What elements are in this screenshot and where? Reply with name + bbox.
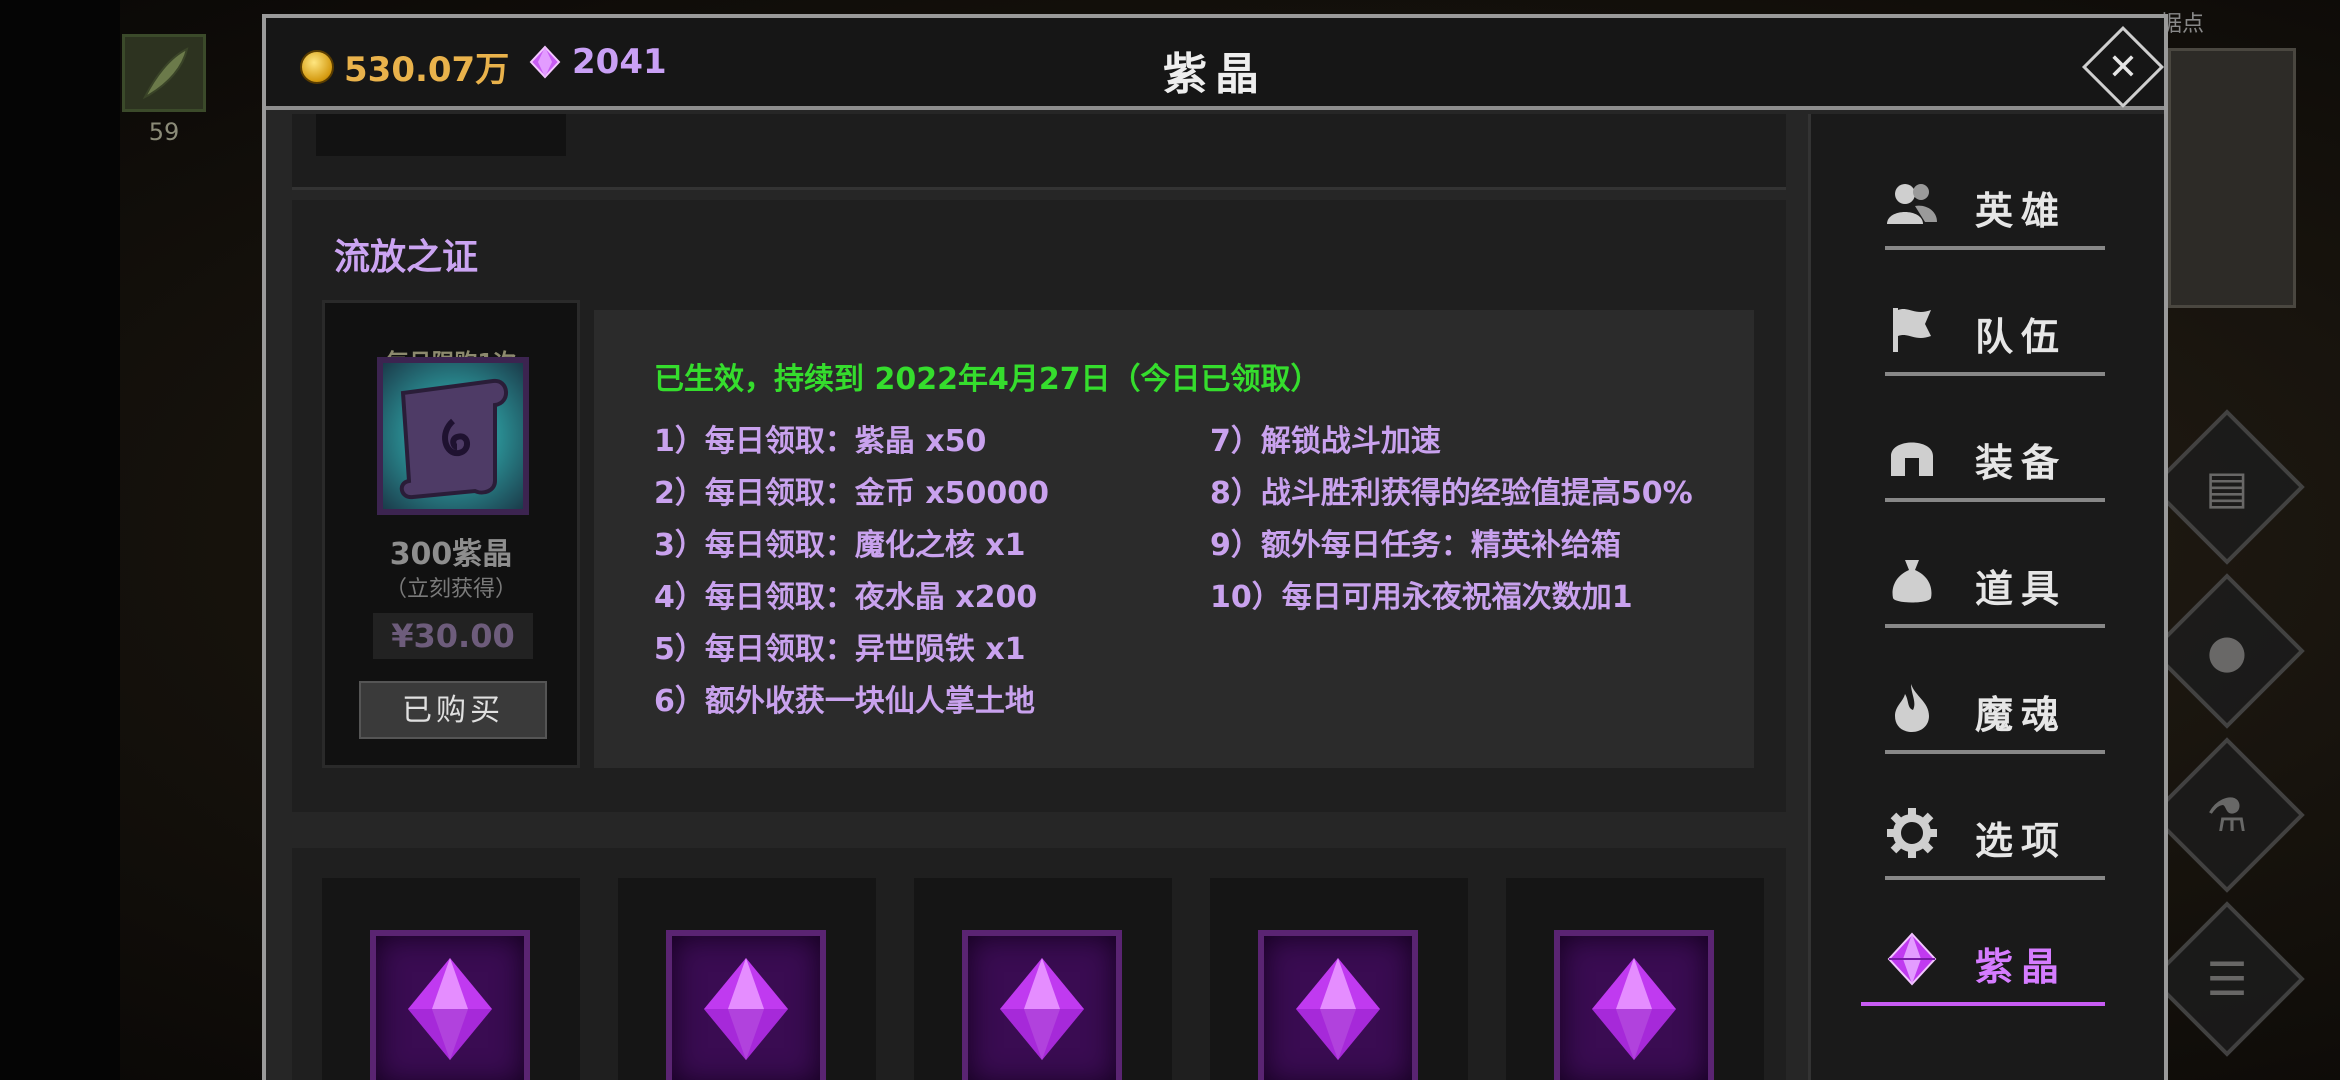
sidebar-item-label: 选项	[1975, 819, 2068, 863]
sidebar-item-label: 队伍	[1975, 315, 2068, 359]
sidebar-item-label: 紫晶	[1975, 945, 2068, 989]
gem-pack-item[interactable]	[618, 878, 876, 1080]
benefit-item: 7）解锁战斗加速	[1210, 424, 1441, 459]
page-title: 紫晶	[1163, 49, 1267, 100]
instant-label: （立刻获得）	[384, 577, 517, 602]
helmet-icon	[1891, 442, 1933, 476]
sidebar-item-gems[interactable]: 紫晶	[1861, 914, 2105, 1010]
sidebar-item-label: 魔魂	[1975, 693, 2068, 737]
benefits-panel: 已生效，持续到 2022年4月27日（今日已领取） 1）每日领取：紫晶 x50 …	[594, 310, 1754, 768]
benefit-item: 2）每日领取：金币 x50000	[654, 476, 1050, 511]
potion-icon: ⚗	[2149, 737, 2305, 893]
gem-pack-frame	[962, 930, 1122, 1080]
benefit-item: 9）额外每日任务：精英补给箱	[1210, 528, 1621, 563]
sidebar-nav: 英雄 队伍 装备 道具 魔魂 选项 紫晶	[1808, 114, 2164, 1080]
benefit-item: 4）每日领取：夜水晶 x200	[654, 580, 1038, 615]
previous-panel	[292, 114, 1786, 190]
nav-underline	[1885, 372, 2105, 376]
gem-pack-frame	[666, 930, 826, 1080]
gem-dialog: 530.07万 2041 紫晶 ✕ 流放之证 每月限购1次	[262, 14, 2168, 1080]
benefit-item: 5）每日领取：异世陨铁 x1	[654, 632, 1026, 667]
sidebar-item-heroes[interactable]: 英雄	[1885, 158, 2105, 254]
inventory-slot	[122, 34, 206, 112]
gem-icon	[704, 958, 788, 1060]
nav-underline	[1885, 750, 2105, 754]
sidebar-item-options[interactable]: 选项	[1885, 788, 2105, 884]
benefits-right-column: 7）解锁战斗加速 8）战斗胜利获得的经验值提高50% 9）额外每日任务：精英补给…	[1210, 416, 1693, 624]
exile-pass-panel: 流放之证 每月限购1次 300紫晶 （立刻获得） ¥30.00 已购买 已生效，…	[292, 200, 1786, 812]
background-panel	[2168, 48, 2296, 308]
scroll-icon	[377, 357, 529, 515]
list-icon: ☰	[2149, 901, 2305, 1057]
sidebar-item-souls[interactable]: 魔魂	[1885, 662, 2105, 758]
benefit-item: 10）每日可用永夜祝福次数加1	[1210, 580, 1633, 615]
benefit-item: 8）战斗胜利获得的经验值提高50%	[1210, 476, 1693, 511]
sidebar-item-label: 道具	[1975, 567, 2068, 611]
gem-pack-item[interactable]	[1506, 878, 1764, 1080]
content-area[interactable]: 流放之证 每月限购1次 300紫晶 （立刻获得） ¥30.00 已购买 已生效，…	[276, 114, 1804, 1080]
gem-pack-frame	[1258, 930, 1418, 1080]
benefit-item: 6）额外收获一块仙人掌土地	[654, 684, 1035, 719]
sidebar-item-items[interactable]: 道具	[1885, 536, 2105, 632]
gem-icon	[1887, 932, 1937, 986]
sidebar-item-label: 英雄	[1975, 189, 2068, 233]
gear-icon	[1887, 808, 1937, 858]
gem-reward-amount: 300紫晶	[389, 537, 513, 572]
benefit-item: 1）每日领取：紫晶 x50	[654, 424, 987, 459]
gem-icon	[408, 958, 492, 1060]
left-edge	[0, 0, 120, 1080]
heroes-icon	[1887, 184, 1937, 224]
pass-card: 每月限购1次 300紫晶 （立刻获得） ¥30.00 已购买	[322, 300, 580, 768]
scroll-icon: ▤	[2149, 409, 2305, 565]
gem-pack-frame	[370, 930, 530, 1080]
gem-pack-item[interactable]	[322, 878, 580, 1080]
title-bar: 530.07万 2041 紫晶 ✕	[266, 18, 2165, 110]
gem-pack-item[interactable]	[1210, 878, 1468, 1080]
gem-icon	[1296, 958, 1380, 1060]
gem-shop-row	[292, 848, 1786, 1080]
sidebar-item-equipment[interactable]: 装备	[1885, 410, 2105, 506]
flag-icon	[1893, 308, 1931, 352]
nav-underline	[1885, 498, 2105, 502]
gem-icon	[1000, 958, 1084, 1060]
feather-icon	[142, 47, 189, 100]
bag-icon	[1892, 560, 1932, 603]
sidebar-item-label: 装备	[1975, 441, 2068, 485]
gem-pack-item[interactable]	[914, 878, 1172, 1080]
previous-panel-card	[316, 114, 566, 156]
sidebar-item-team[interactable]: 队伍	[1885, 284, 2105, 380]
flame-icon	[1895, 684, 1929, 732]
nav-underline	[1885, 876, 2105, 880]
nav-underline	[1885, 246, 2105, 250]
close-icon[interactable]: ✕	[2097, 41, 2149, 93]
nav-underline	[1885, 624, 2105, 628]
gem-icon	[1592, 958, 1676, 1060]
purchased-button[interactable]: 已购买	[359, 681, 547, 739]
gem-pack-frame	[1554, 930, 1714, 1080]
nav-underline	[1861, 1002, 2105, 1006]
status-text: 已生效，持续到 2022年4月27日（今日已领取）	[654, 362, 1321, 397]
slot-count: 59	[148, 118, 180, 146]
pass-title: 流放之证	[334, 237, 479, 278]
benefit-item: 3）每日领取：魔化之核 x1	[654, 528, 1026, 563]
price-label: ¥30.00	[373, 613, 533, 659]
benefits-left-column: 1）每日领取：紫晶 x50 2）每日领取：金币 x50000 3）每日领取：魔化…	[654, 416, 1049, 728]
heroes-icon: ●	[2149, 573, 2305, 729]
